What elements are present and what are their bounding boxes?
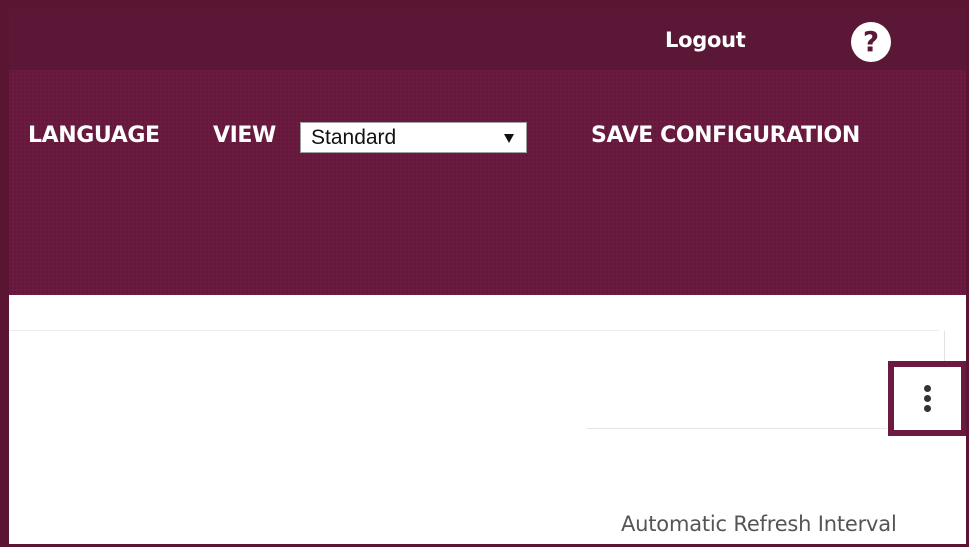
kebab-dot <box>924 385 931 392</box>
question-mark-icon[interactable]: ? <box>851 22 891 62</box>
content-divider <box>9 330 939 331</box>
logout-link[interactable]: Logout <box>665 26 746 54</box>
chevron-down-icon <box>504 134 514 143</box>
app-window: Logout ? LANGUAGE VIEW Standard SAVE CON… <box>0 0 969 547</box>
kebab-dot <box>924 395 931 402</box>
save-configuration-button[interactable]: SAVE CONFIGURATION <box>591 121 860 151</box>
header-band <box>9 70 966 295</box>
view-select-value: Standard <box>311 126 397 149</box>
menu-highlight-box <box>888 361 966 436</box>
view-select[interactable]: Standard <box>300 122 527 153</box>
top-bar: Logout ? <box>9 9 966 70</box>
submenu-divider <box>587 428 887 429</box>
view-label: VIEW <box>213 123 276 148</box>
more-vertical-icon[interactable] <box>900 373 955 424</box>
refresh-interval-label: Automatic Refresh Interval <box>621 512 897 536</box>
kebab-dot <box>924 405 931 412</box>
language-menu[interactable]: LANGUAGE <box>28 121 160 151</box>
